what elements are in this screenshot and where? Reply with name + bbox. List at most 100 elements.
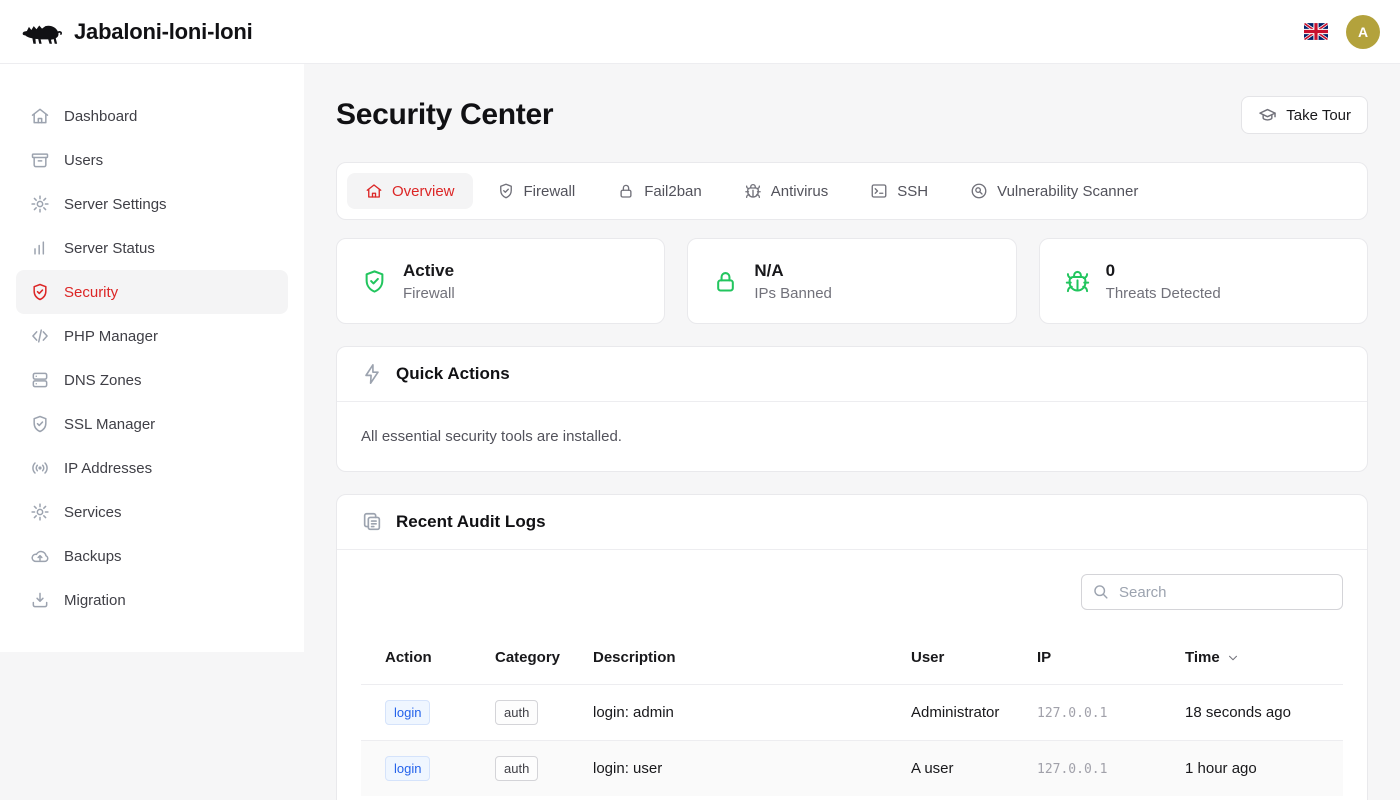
sidebar-item-dns-zones[interactable]: DNS Zones xyxy=(16,358,288,402)
audit-logs-table: Action Category Description User IP Time xyxy=(361,632,1343,796)
user-avatar[interactable]: A xyxy=(1346,15,1380,49)
sidebar-item-migration[interactable]: Migration xyxy=(16,578,288,622)
sidebar-item-services[interactable]: Services xyxy=(16,490,288,534)
action-badge: login xyxy=(385,700,430,725)
category-badge: auth xyxy=(495,700,538,725)
table-row: login auth login: user A user 127.0.0.1 … xyxy=(361,740,1343,796)
bug-icon xyxy=(1064,268,1091,295)
user-cell: A user xyxy=(911,740,1037,796)
table-row: login auth login: admin Administrator 12… xyxy=(361,684,1343,740)
ip-cell: 127.0.0.1 xyxy=(1037,706,1107,721)
sidebar-item-server-settings[interactable]: Server Settings xyxy=(16,182,288,226)
time-sort-control[interactable]: Time xyxy=(1185,649,1240,666)
gear-icon xyxy=(30,194,50,214)
sidebar-item-label: Services xyxy=(64,504,122,521)
page-title: Security Center xyxy=(336,98,553,132)
take-tour-label: Take Tour xyxy=(1286,107,1351,124)
take-tour-button[interactable]: Take Tour xyxy=(1241,96,1368,134)
sidebar-item-ip-addresses[interactable]: IP Addresses xyxy=(16,446,288,490)
quick-actions-message: All essential security tools are install… xyxy=(361,428,1343,445)
chevron-down-icon xyxy=(1226,651,1240,665)
uk-flag-icon[interactable] xyxy=(1304,23,1328,40)
server-stack-icon xyxy=(30,370,50,390)
sidebar-item-server-status[interactable]: Server Status xyxy=(16,226,288,270)
stat-value: N/A xyxy=(754,261,832,281)
tab-overview[interactable]: Overview xyxy=(347,173,473,209)
sidebar: Dashboard Users Server Settings Server S… xyxy=(0,64,304,652)
gear-icon xyxy=(30,502,50,522)
shield-check-icon xyxy=(361,268,388,295)
stat-label: IPs Banned xyxy=(754,285,832,302)
sidebar-item-ssl-manager[interactable]: SSL Manager xyxy=(16,402,288,446)
security-tabs: Overview Firewall Fail2ban Antivirus SSH… xyxy=(336,162,1368,220)
clipboard-icon xyxy=(361,511,383,533)
column-header-time: Time xyxy=(1185,632,1343,684)
download-icon xyxy=(30,590,50,610)
sidebar-item-label: Dashboard xyxy=(64,108,137,125)
home-icon xyxy=(365,182,383,200)
column-header-action: Action xyxy=(361,632,495,684)
column-header-user: User xyxy=(911,632,1037,684)
column-header-ip: IP xyxy=(1037,632,1185,684)
sidebar-item-dashboard[interactable]: Dashboard xyxy=(16,94,288,138)
threats-detected-card: 0 Threats Detected xyxy=(1039,238,1368,324)
tab-label: Fail2ban xyxy=(644,183,702,200)
bolt-icon xyxy=(361,363,383,385)
stat-value: 0 xyxy=(1106,261,1221,281)
action-badge: login xyxy=(385,756,430,781)
time-cell: 18 seconds ago xyxy=(1185,684,1343,740)
sidebar-item-label: PHP Manager xyxy=(64,328,158,345)
tab-label: SSH xyxy=(897,183,928,200)
shield-check-icon xyxy=(497,182,515,200)
time-cell: 1 hour ago xyxy=(1185,740,1343,796)
boar-icon xyxy=(20,14,64,50)
user-cell: Administrator xyxy=(911,684,1037,740)
tab-label: Firewall xyxy=(524,183,576,200)
section-title: Quick Actions xyxy=(396,364,510,384)
cloud-upload-icon xyxy=(30,546,50,566)
column-header-description: Description xyxy=(593,632,911,684)
tab-ssh[interactable]: SSH xyxy=(852,173,946,209)
ips-banned-card: N/A IPs Banned xyxy=(687,238,1016,324)
tab-label: Overview xyxy=(392,183,455,200)
main-content: Security Center Take Tour Overview Firew… xyxy=(304,64,1400,800)
quick-actions-card: Quick Actions All essential security too… xyxy=(336,346,1368,472)
firewall-status-card: Active Firewall xyxy=(336,238,665,324)
sidebar-item-backups[interactable]: Backups xyxy=(16,534,288,578)
stat-value: Active xyxy=(403,261,455,281)
tab-firewall[interactable]: Firewall xyxy=(479,173,594,209)
home-icon xyxy=(30,106,50,126)
sidebar-item-label: Backups xyxy=(64,548,122,565)
terminal-icon xyxy=(870,182,888,200)
sidebar-item-label: Migration xyxy=(64,592,126,609)
audit-search-input[interactable] xyxy=(1081,574,1343,610)
scan-search-icon xyxy=(970,182,988,200)
code-icon xyxy=(30,326,50,346)
bar-chart-icon xyxy=(30,238,50,258)
table-header-row: Action Category Description User IP Time xyxy=(361,632,1343,684)
column-header-category: Category xyxy=(495,632,593,684)
sidebar-item-users[interactable]: Users xyxy=(16,138,288,182)
lock-icon xyxy=(712,268,739,295)
section-title: Recent Audit Logs xyxy=(396,512,546,532)
description-cell: login: user xyxy=(593,740,911,796)
bug-icon xyxy=(744,182,762,200)
audit-logs-card: Recent Audit Logs Action Category xyxy=(336,494,1368,800)
sidebar-item-label: Security xyxy=(64,284,118,301)
tab-fail2ban[interactable]: Fail2ban xyxy=(599,173,720,209)
header-logo[interactable]: Jabaloni-loni-loni xyxy=(20,14,253,50)
sidebar-item-label: SSL Manager xyxy=(64,416,155,433)
tab-label: Vulnerability Scanner xyxy=(997,183,1138,200)
tab-vulnerability-scanner[interactable]: Vulnerability Scanner xyxy=(952,173,1156,209)
category-badge: auth xyxy=(495,756,538,781)
description-cell: login: admin xyxy=(593,684,911,740)
shield-check-icon xyxy=(30,414,50,434)
lock-icon xyxy=(617,182,635,200)
stat-label: Threats Detected xyxy=(1106,285,1221,302)
tab-antivirus[interactable]: Antivirus xyxy=(726,173,847,209)
graduation-cap-icon xyxy=(1258,106,1277,125)
sidebar-item-php-manager[interactable]: PHP Manager xyxy=(16,314,288,358)
users-icon xyxy=(30,150,50,170)
sidebar-item-security[interactable]: Security xyxy=(16,270,288,314)
top-header: Jabaloni-loni-loni A xyxy=(0,0,1400,64)
